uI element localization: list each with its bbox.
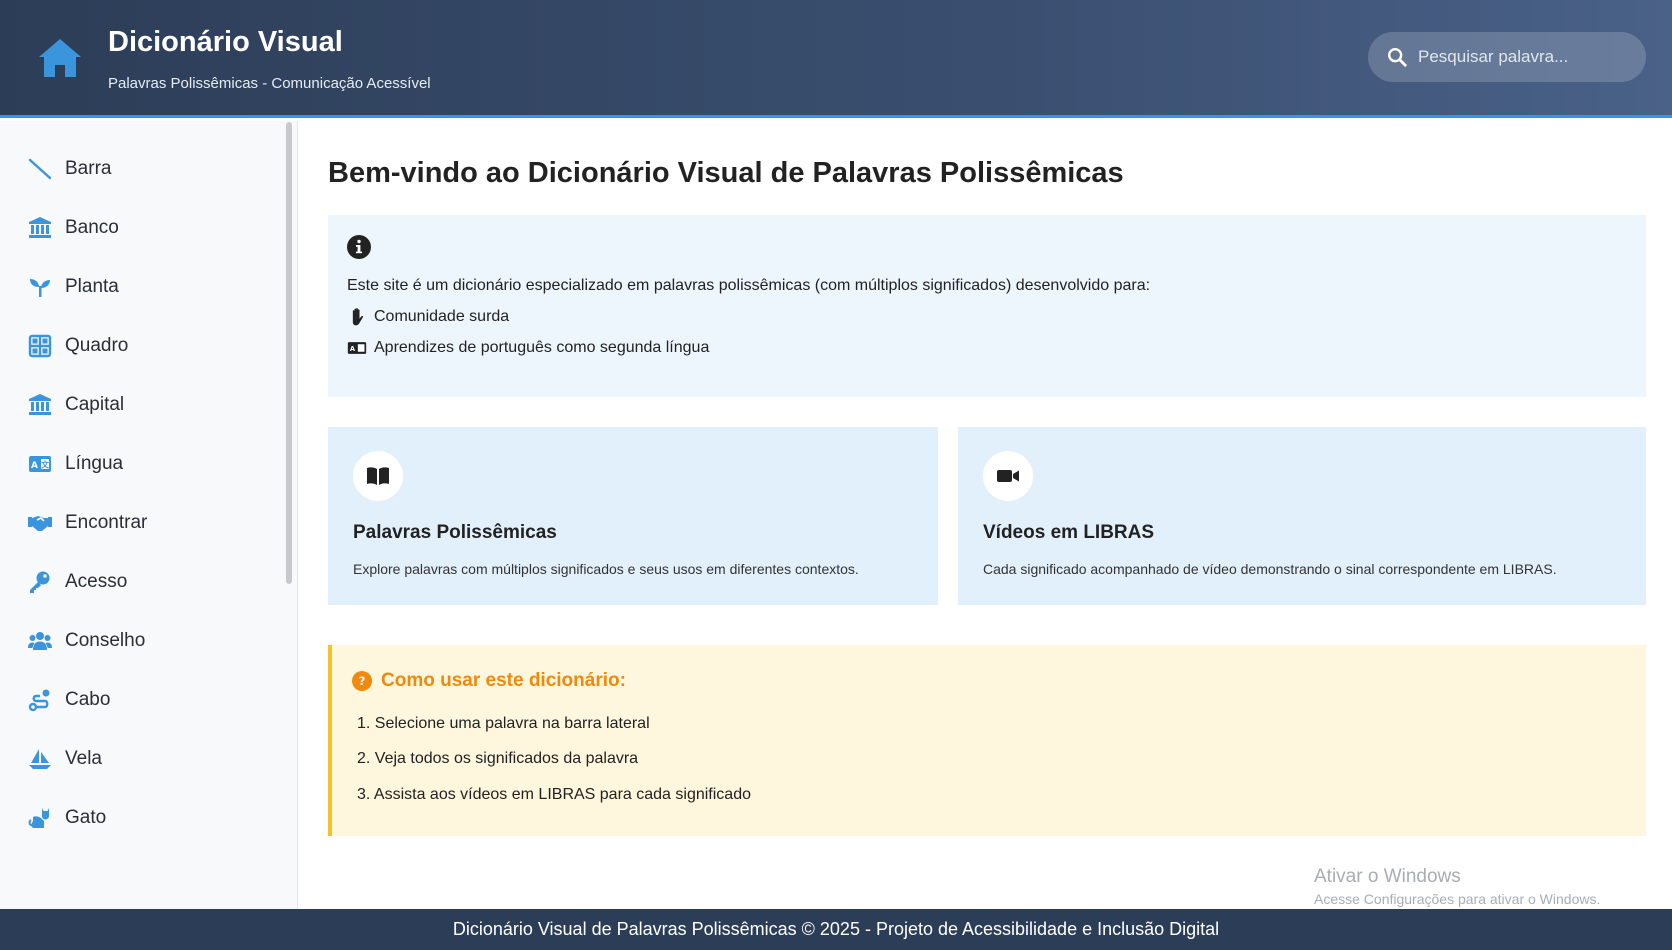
sidebar-scrollbar[interactable] xyxy=(286,122,292,584)
seedling-icon xyxy=(27,274,53,300)
howto-step: 3. Assista aos vídeos em LIBRAS para cad… xyxy=(357,786,751,803)
sidebar-item-vela[interactable]: Vela xyxy=(0,735,284,783)
sidebar-item-label: Capital xyxy=(65,394,125,415)
howto-box: ? Como usar este dicionário: 1. Selecion… xyxy=(328,645,1646,836)
key-icon xyxy=(27,569,53,595)
sidebar-item-quadro[interactable]: Quadro xyxy=(0,322,284,370)
info-box: Este site é um dicionário especializado … xyxy=(328,215,1646,397)
info-list-label: Comunidade surda xyxy=(374,308,510,325)
site-subtitle: Palavras Polissêmicas - Comunicação Aces… xyxy=(108,75,431,92)
sidebar-item-gato[interactable]: Gato xyxy=(0,794,284,842)
svg-text:A: A xyxy=(31,461,38,471)
home-icon[interactable] xyxy=(36,35,84,81)
windows-activation-text: Acesse Configurações para ativar o Windo… xyxy=(1314,891,1601,907)
sidebar-item-conselho[interactable]: Conselho xyxy=(0,617,284,665)
feature-card-polissemicas: Palavras Polissêmicas Explore palavras c… xyxy=(328,427,938,605)
site-title[interactable]: Dicionário Visual xyxy=(108,26,343,59)
card-text: Explore palavras com múltiplos significa… xyxy=(353,561,859,577)
windows-activation-title: Ativar o Windows xyxy=(1314,866,1461,887)
howto-step: 2. Veja todos os significados da palavra xyxy=(357,750,639,767)
handshake-icon xyxy=(27,510,53,536)
sidebar-item-label: Gato xyxy=(65,807,107,828)
info-list-item: Comunidade surda xyxy=(347,307,509,327)
svg-text:A: A xyxy=(350,345,356,353)
sidebar-item-cabo[interactable]: Cabo xyxy=(0,676,284,724)
footer-text: Dicionário Visual de Palavras Polissêmic… xyxy=(452,919,1220,939)
slash-icon xyxy=(27,156,53,182)
howto-step: 1. Selecione uma palavra na barra latera… xyxy=(357,715,650,732)
sidebar-item-encontrar[interactable]: Encontrar xyxy=(0,499,284,547)
sidebar-item-label: Barra xyxy=(65,158,112,179)
header: Dicionário Visual Palavras Polissêmicas … xyxy=(0,0,1672,118)
sidebar-item-label: Planta xyxy=(65,276,119,297)
search-box[interactable] xyxy=(1368,32,1646,82)
sidebar-item-label: Vela xyxy=(65,748,102,769)
sidebar-item-label: Cabo xyxy=(65,689,111,710)
card-icon-wrap xyxy=(983,451,1033,501)
sidebar: Barra Banco Planta Quadro Capital A文 Lín… xyxy=(0,121,298,909)
info-description: Este site é um dicionário especializado … xyxy=(347,277,1151,294)
feature-card-libras: Vídeos em LIBRAS Cada significado acompa… xyxy=(958,427,1646,605)
svg-text:?: ? xyxy=(359,674,366,688)
sailboat-icon xyxy=(27,746,53,772)
grid-icon xyxy=(27,333,53,359)
video-icon xyxy=(997,470,1019,482)
main-content: Bem-vindo ao Dicionário Visual de Palavr… xyxy=(298,121,1672,909)
sidebar-item-label: Quadro xyxy=(65,335,129,356)
sidebar-item-planta[interactable]: Planta xyxy=(0,263,284,311)
language-icon: A xyxy=(347,342,367,354)
sidebar-item-label: Acesso xyxy=(65,571,128,592)
card-title: Vídeos em LIBRAS xyxy=(983,522,1155,543)
card-icon-wrap xyxy=(353,451,403,501)
sidebar-item-banco[interactable]: Banco xyxy=(0,204,284,252)
svg-text:文: 文 xyxy=(41,460,50,470)
bank-icon xyxy=(27,215,53,241)
search-input[interactable] xyxy=(1418,47,1618,67)
info-list-label: Aprendizes de português como segunda lín… xyxy=(374,339,710,356)
users-icon xyxy=(27,628,53,654)
sidebar-item-barra[interactable]: Barra xyxy=(0,145,284,193)
info-icon xyxy=(347,235,371,259)
howto-header: ? Como usar este dicionário: xyxy=(352,670,626,692)
question-circle-icon: ? xyxy=(352,671,372,691)
language-icon: A文 xyxy=(27,451,53,477)
sidebar-item-acesso[interactable]: Acesso xyxy=(0,558,284,606)
hand-icon xyxy=(352,308,364,326)
howto-title: Como usar este dicionário: xyxy=(381,670,626,691)
sidebar-item-capital[interactable]: Capital xyxy=(0,381,284,429)
cat-icon xyxy=(27,805,53,831)
sidebar-item-label: Língua xyxy=(65,453,124,474)
book-icon xyxy=(367,467,389,485)
sidebar-item-label: Encontrar xyxy=(65,512,148,533)
card-title: Palavras Polissêmicas xyxy=(353,522,557,543)
footer: Dicionário Visual de Palavras Polissêmic… xyxy=(0,909,1672,950)
bank-icon xyxy=(27,392,53,418)
route-icon xyxy=(27,687,53,713)
search-icon xyxy=(1388,48,1407,67)
info-list-item: A Aprendizes de português como segunda l… xyxy=(347,338,709,358)
sidebar-item-label: Conselho xyxy=(65,630,146,651)
sidebar-item-label: Banco xyxy=(65,217,119,238)
card-text: Cada significado acompanhado de vídeo de… xyxy=(983,561,1557,577)
page-title: Bem-vindo ao Dicionário Visual de Palavr… xyxy=(328,157,1124,189)
sidebar-item-lingua[interactable]: A文 Língua xyxy=(0,440,284,488)
